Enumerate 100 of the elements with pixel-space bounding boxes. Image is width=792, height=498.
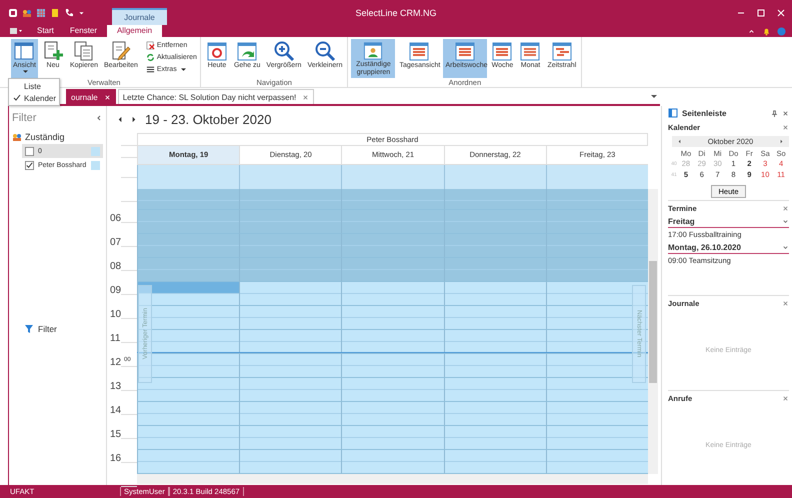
time-slot[interactable] bbox=[137, 210, 240, 234]
time-slot[interactable] bbox=[444, 426, 546, 450]
time-slot[interactable] bbox=[444, 189, 546, 210]
all-day-cell[interactable] bbox=[546, 165, 648, 189]
time-slot[interactable] bbox=[239, 450, 342, 474]
zoom-out-icon bbox=[314, 40, 336, 62]
filter-icon[interactable] bbox=[24, 324, 34, 334]
close-icon[interactable] bbox=[782, 124, 789, 130]
time-slot[interactable] bbox=[546, 234, 648, 258]
phone-icon[interactable] bbox=[64, 8, 74, 18]
next-icon[interactable] bbox=[130, 116, 137, 123]
time-slot[interactable] bbox=[444, 378, 546, 402]
time-slot[interactable] bbox=[239, 426, 342, 450]
time-slot[interactable] bbox=[137, 450, 240, 474]
time-slot[interactable] bbox=[137, 426, 240, 450]
time-slot[interactable] bbox=[341, 306, 444, 330]
time-slot[interactable] bbox=[137, 282, 240, 306]
time-slot[interactable] bbox=[239, 306, 342, 330]
time-slot[interactable] bbox=[137, 378, 240, 402]
time-slot[interactable] bbox=[444, 306, 546, 330]
time-slot[interactable] bbox=[239, 282, 342, 306]
time-slot[interactable] bbox=[546, 450, 648, 474]
time-slot[interactable] bbox=[546, 402, 648, 426]
time-slot[interactable] bbox=[137, 189, 240, 210]
time-slot[interactable] bbox=[546, 210, 648, 234]
collapse-icon[interactable] bbox=[95, 114, 103, 122]
appointment-group-header[interactable]: Freitag bbox=[668, 215, 789, 228]
scrollbar[interactable] bbox=[648, 189, 658, 474]
maximize-icon[interactable] bbox=[756, 8, 766, 18]
time-slot[interactable] bbox=[341, 402, 444, 426]
time-slot[interactable] bbox=[239, 330, 342, 354]
info-icon[interactable] bbox=[777, 26, 786, 36]
time-slot[interactable] bbox=[546, 426, 648, 450]
time-slot[interactable] bbox=[444, 210, 546, 234]
time-slot[interactable] bbox=[239, 354, 342, 378]
time-slot[interactable] bbox=[341, 282, 444, 306]
close-icon[interactable] bbox=[782, 394, 789, 402]
filter-label[interactable]: Filter bbox=[38, 324, 57, 334]
time-slot[interactable] bbox=[546, 258, 648, 282]
close-icon[interactable] bbox=[782, 110, 789, 116]
time-slot[interactable] bbox=[444, 354, 546, 378]
bell-icon[interactable] bbox=[762, 26, 771, 36]
time-slot[interactable] bbox=[444, 402, 546, 426]
appointment-group-header[interactable]: Montag, 26.10.2020 bbox=[668, 241, 789, 254]
hour-label: 10 bbox=[110, 309, 122, 320]
time-slot[interactable] bbox=[341, 354, 444, 378]
time-slot[interactable] bbox=[341, 234, 444, 258]
note-icon[interactable] bbox=[50, 8, 60, 18]
document-tab[interactable]: Letzte Chance: SL Solution Day nicht verpassen! bbox=[118, 89, 314, 104]
time-slot[interactable] bbox=[239, 258, 342, 282]
time-slot[interactable] bbox=[444, 330, 546, 354]
time-slot[interactable] bbox=[341, 189, 444, 210]
all-day-cell[interactable] bbox=[137, 165, 240, 189]
checkbox[interactable] bbox=[25, 160, 34, 170]
time-slot[interactable] bbox=[341, 450, 444, 474]
time-slot[interactable] bbox=[444, 450, 546, 474]
grid-icon[interactable] bbox=[36, 8, 46, 18]
document-tab[interactable]: ournale bbox=[66, 89, 116, 104]
time-slot[interactable] bbox=[239, 189, 342, 210]
time-slot[interactable] bbox=[239, 402, 342, 426]
menu-item[interactable]: Kalender bbox=[9, 92, 59, 104]
pin-icon[interactable] bbox=[771, 110, 778, 116]
selected-slot[interactable] bbox=[138, 282, 240, 293]
previous-icon[interactable] bbox=[117, 116, 124, 123]
time-slot[interactable] bbox=[239, 378, 342, 402]
time-slot[interactable] bbox=[341, 330, 444, 354]
close-icon[interactable] bbox=[782, 300, 789, 306]
scrollbar[interactable] bbox=[137, 474, 648, 484]
all-day-cell[interactable] bbox=[239, 165, 342, 189]
close-icon[interactable] bbox=[302, 94, 310, 100]
time-slot[interactable] bbox=[137, 234, 240, 258]
time-slot[interactable] bbox=[341, 258, 444, 282]
menu-item[interactable]: Liste bbox=[9, 80, 59, 92]
time-slot[interactable] bbox=[341, 378, 444, 402]
all-day-cell[interactable] bbox=[341, 165, 444, 189]
time-slot[interactable] bbox=[137, 402, 240, 426]
time-slot[interactable] bbox=[341, 426, 444, 450]
ribbon-tab[interactable]: Allgemein bbox=[107, 25, 162, 37]
time-slot[interactable] bbox=[137, 306, 240, 330]
all-day-cell[interactable] bbox=[444, 165, 546, 189]
time-slot[interactable] bbox=[546, 189, 648, 210]
ribbon-tab[interactable]: Fenster bbox=[64, 25, 104, 37]
caret-icon[interactable] bbox=[650, 92, 658, 100]
time-slot[interactable] bbox=[239, 234, 342, 258]
time-slot[interactable] bbox=[444, 258, 546, 282]
time-slot[interactable] bbox=[444, 234, 546, 258]
people-icon[interactable] bbox=[22, 8, 32, 18]
time-slot[interactable] bbox=[137, 258, 240, 282]
time-slot[interactable] bbox=[341, 210, 444, 234]
time-slot[interactable] bbox=[239, 210, 342, 234]
ribbon-tab[interactable]: Start bbox=[31, 25, 60, 37]
app-icon[interactable] bbox=[8, 8, 18, 18]
time-slot[interactable] bbox=[546, 378, 648, 402]
scrollbar-thumb[interactable] bbox=[649, 261, 657, 383]
next-icon[interactable] bbox=[778, 138, 785, 145]
time-slot[interactable] bbox=[546, 282, 648, 306]
checkbox[interactable] bbox=[25, 146, 34, 156]
close-icon[interactable] bbox=[782, 204, 789, 212]
previous-icon[interactable] bbox=[676, 138, 683, 145]
time-slot[interactable] bbox=[444, 282, 546, 306]
